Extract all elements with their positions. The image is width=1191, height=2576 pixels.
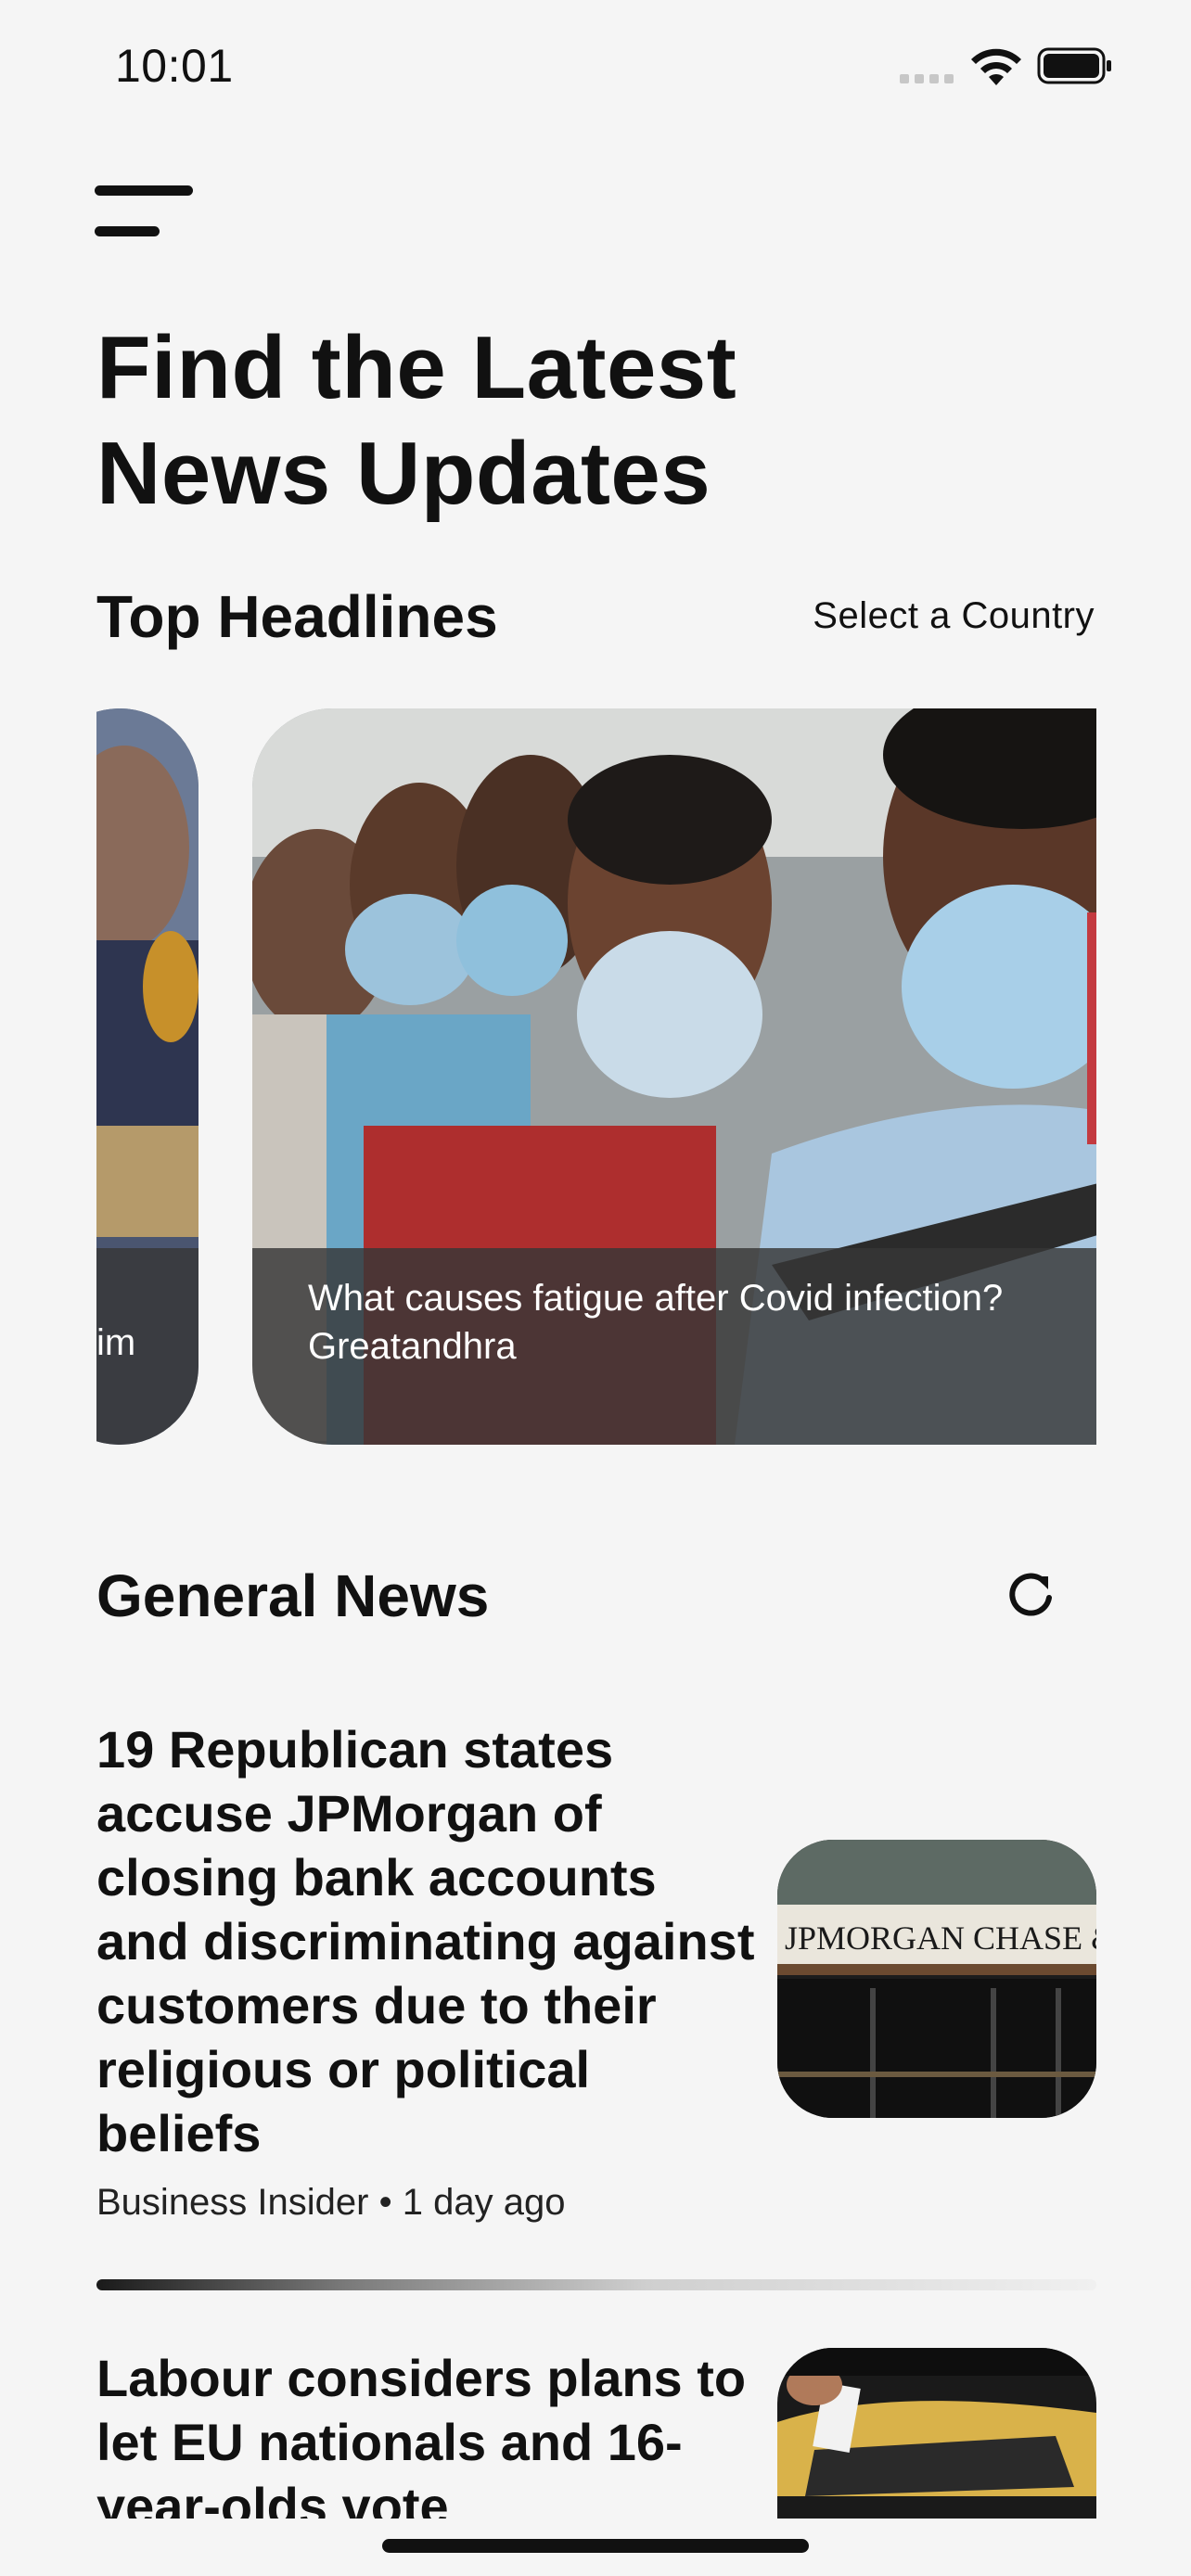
headlines-carousel[interactable]: im What causes fatigue after Covid infec… [96,708,1096,1445]
menu-button[interactable] [93,182,195,247]
menu-icon [95,185,193,196]
page-title-line-2: News Updates [96,424,711,523]
refresh-icon[interactable] [1002,1567,1059,1625]
status-time: 10:01 [115,40,234,92]
news-meta-separator: • [378,2182,392,2223]
news-meta: Business Insider • 1 day ago [96,2182,1096,2224]
news-source: Business Insider [96,2182,369,2223]
news-item[interactable]: 19 Republican states accuse JPMorgan of … [96,1717,1096,2224]
top-headlines-heading: Top Headlines [96,583,498,650]
wifi-icon [971,48,1021,85]
signal-icon [900,74,955,85]
general-news-heading: General News [96,1562,490,1629]
news-item[interactable]: Labour considers plans to let EU nationa… [96,2346,1096,2519]
headline-title: What causes fatigue after Covid infectio… [308,1278,1004,1319]
select-country-button[interactable]: Select a Country [813,595,1095,637]
news-time: 1 day ago [402,2182,566,2223]
headline-caption: What causes fatigue after Covid infectio… [252,1248,1096,1445]
thumb-sign-text: JPMORGAN CHASE & [785,1919,1096,1957]
headline-card[interactable]: im [96,708,198,1445]
news-thumbnail-image: JPMORGAN CHASE & [777,1840,1096,2118]
news-title: 19 Republican states accuse JPMorgan of … [96,1720,755,2162]
page-title-line-1: Find the Latest [96,318,737,417]
headline-source: Greatandhra [308,1326,517,1367]
headline-caption: im [96,1248,198,1445]
headline-caption-text: What causes fatigue after Covid infectio… [308,1274,1003,1371]
news-thumbnail [777,2348,1096,2519]
battery-icon [1037,47,1111,84]
news-thumbnail: JPMORGAN CHASE & [777,1840,1096,2118]
news-divider [96,2279,1096,2290]
page-title: Find the Latest News Updates [96,315,931,527]
headline-card[interactable]: What causes fatigue after Covid infectio… [252,708,1096,1445]
status-bar: 10:01 [0,0,1191,139]
news-thumbnail-image [777,2348,1096,2519]
news-title: Labour considers plans to let EU nationa… [96,2349,747,2519]
headline-caption-text: im [96,1322,136,1363]
menu-icon-line [95,226,160,236]
home-indicator [382,2539,809,2553]
